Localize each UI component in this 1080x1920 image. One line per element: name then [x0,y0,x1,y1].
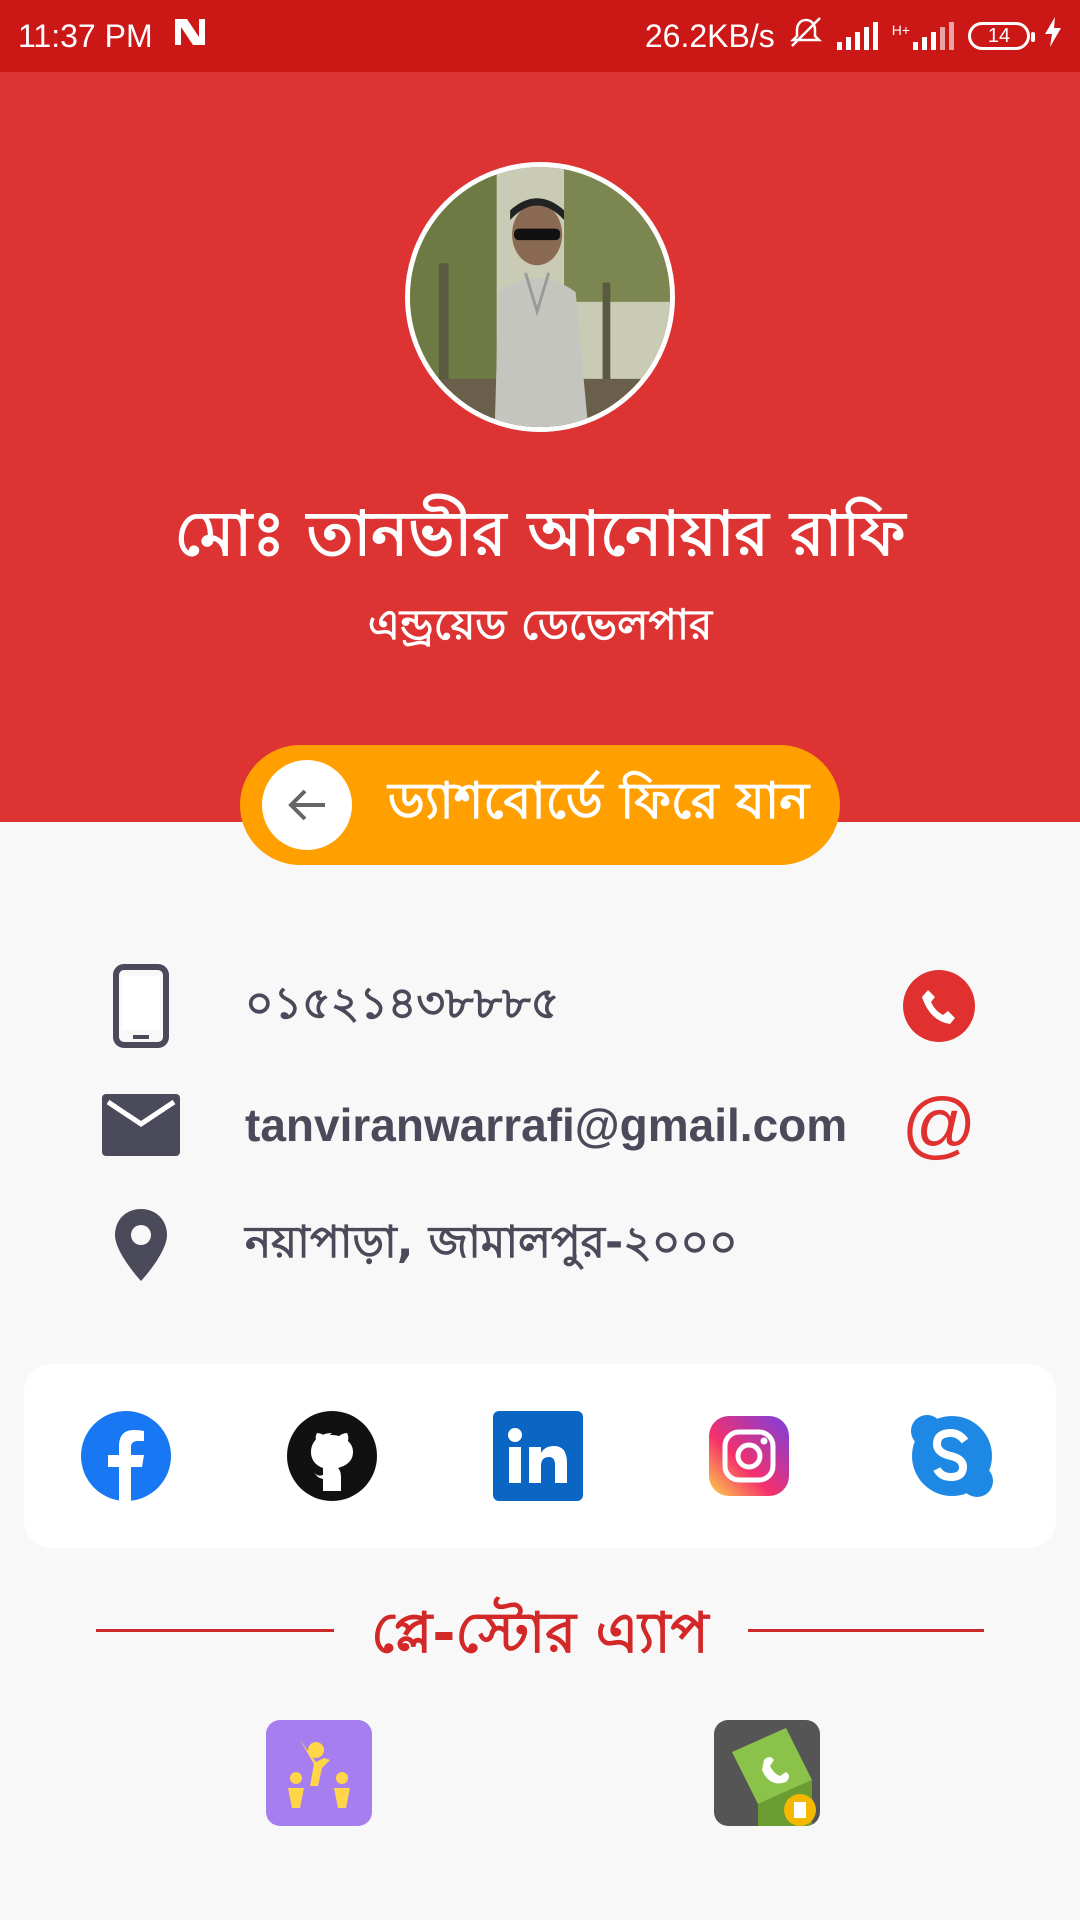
net-speed: 26.2KB/s [644,17,775,54]
linkedin-icon[interactable] [493,1411,583,1501]
contact-row-address: নয়াপাড়া, জামালপুর-২০০০ [0,1195,1080,1295]
notification-n-icon [173,17,207,56]
contacts-app-icon[interactable] [714,1720,820,1826]
email-address: tanviranwarrafi@gmail.com [245,1099,848,1151]
profile-avatar [405,162,675,432]
profile-name: মোঃ তানভীর আনোয়ার রাফি [174,497,906,570]
call-icon[interactable] [902,969,976,1043]
contact-row-email: tanviranwarrafi@gmail.com @ [0,1075,1080,1175]
status-time: 11:37 PM [18,17,153,54]
mail-icon [100,1075,182,1175]
phone-number: ০১৫২১৪৩৮৮৮৫ [245,977,560,1029]
battery-icon: 14 [968,22,1035,50]
back-arrow-icon [262,760,352,850]
family-app-icon[interactable] [266,1720,372,1826]
back-to-dashboard-button[interactable]: ড্যাশবোর্ডে ফিরে যান [240,745,840,865]
phone-icon [100,956,182,1056]
location-icon [100,1195,182,1295]
skype-icon[interactable] [907,1411,997,1501]
mute-icon [789,16,823,56]
signal-hplus-icon: H+ [892,22,954,50]
github-icon[interactable] [287,1411,377,1501]
charging-icon [1044,17,1062,55]
contact-row-phone: ০১৫২১৪৩৮৮৮৫ [0,956,1080,1056]
instagram-icon[interactable] [704,1411,794,1501]
profile-role: এন্ড্রয়েড ডেভেলপার [367,600,713,649]
profile-header: মোঃ তানভীর আনোয়ার রাফি এন্ড্রয়েড ডেভেল… [0,72,1080,822]
address: নয়াপাড়া, জামালপুর-২০০০ [245,1216,738,1268]
playstore-section-title: প্লে-স্টোর এ্যাপ [371,1601,709,1666]
facebook-icon[interactable] [81,1411,171,1501]
social-links-card [24,1364,1056,1548]
signal-icon [836,22,878,50]
back-button-label: ড্যাশবোর্ডে ফিরে যান [388,771,810,830]
status-bar: 11:37 PM 26.2KB/s H+ 14 [0,0,1080,72]
at-icon[interactable]: @ [901,1088,976,1162]
